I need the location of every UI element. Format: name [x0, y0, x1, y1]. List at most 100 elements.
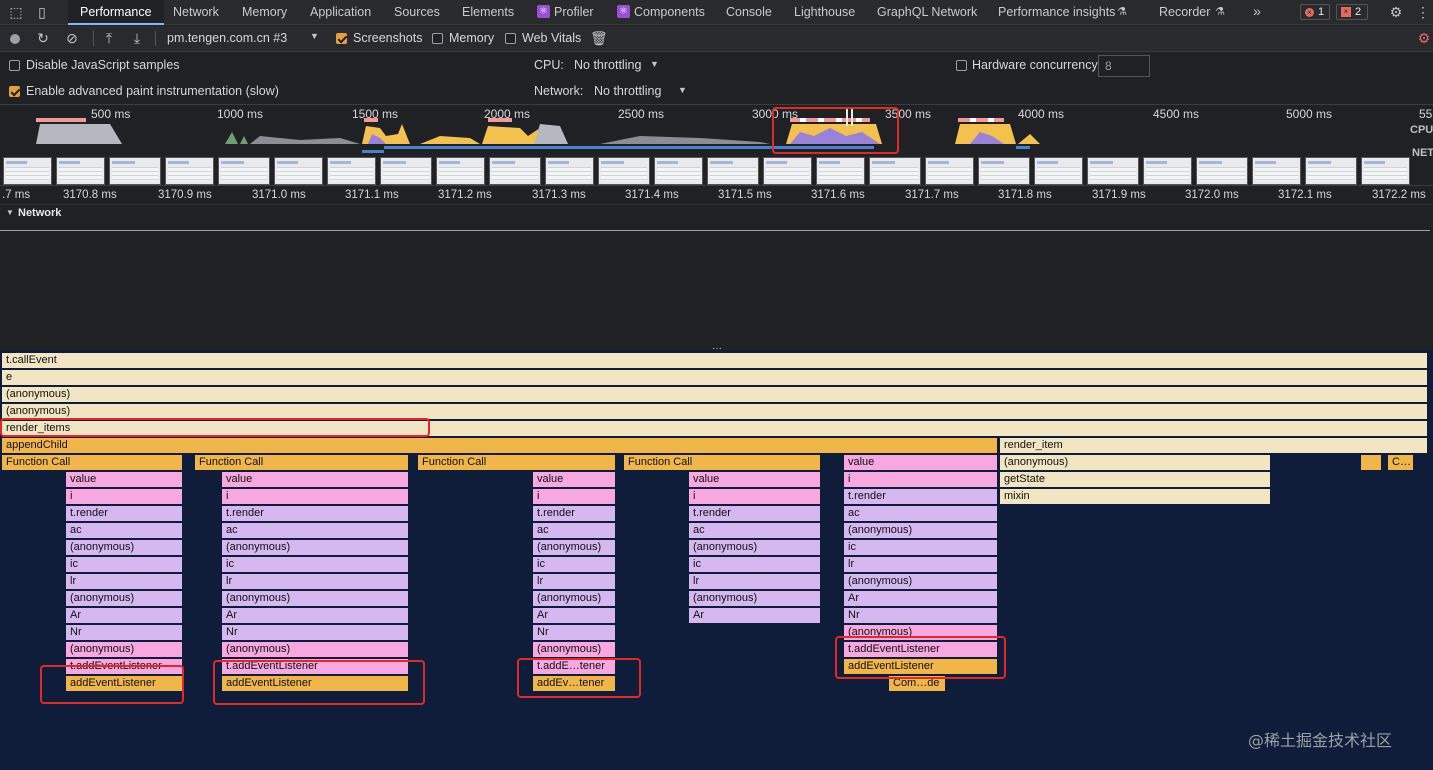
flame-frame[interactable]: ac — [222, 523, 409, 538]
flame-frame[interactable]: lr — [844, 557, 998, 572]
tab-sources[interactable]: Sources — [394, 0, 440, 25]
flame-frame[interactable]: ac — [844, 506, 998, 521]
tab-console[interactable]: Console — [726, 0, 772, 25]
flame-frame[interactable]: (anonymous) — [1000, 455, 1271, 470]
flame-frame[interactable]: (anonymous) — [66, 591, 183, 606]
tab-memory[interactable]: Memory — [242, 0, 287, 25]
flame-frame[interactable] — [1361, 455, 1382, 470]
tab-recorder[interactable]: Recorder — [1159, 0, 1210, 25]
tab-network[interactable]: Network — [173, 0, 219, 25]
main-thread-flame-chart[interactable]: t.callEvent e (anonymous) (anonymous) re… — [0, 350, 1433, 770]
flame-frame[interactable]: value — [844, 455, 998, 470]
record-icon[interactable] — [10, 34, 20, 44]
flame-frame[interactable]: Ar — [66, 608, 183, 623]
flame-frame[interactable]: getState — [1000, 472, 1271, 487]
flame-frame[interactable]: (anonymous) — [222, 642, 409, 657]
function-call-frame[interactable]: Function Call — [195, 455, 409, 470]
flame-frame[interactable]: render_item — [1000, 438, 1428, 453]
tab-components[interactable]: Components — [634, 0, 705, 25]
clear-icon[interactable]: ⊘ — [64, 30, 80, 46]
flame-frame[interactable]: ic — [533, 557, 616, 572]
flame-frame[interactable]: lr — [66, 574, 183, 589]
flame-frame[interactable]: (anonymous) — [844, 574, 998, 589]
flame-frame[interactable]: lr — [533, 574, 616, 589]
flame-frame[interactable]: t.render — [66, 506, 183, 521]
flame-frame[interactable]: ic — [66, 557, 183, 572]
flame-frame[interactable]: Ar — [222, 608, 409, 623]
timeline-overview[interactable]: 500 ms 1000 ms 1500 ms 2000 ms 2500 ms 3… — [0, 106, 1433, 186]
flame-frame[interactable]: i — [222, 489, 409, 504]
flame-frame[interactable]: (anonymous) — [222, 540, 409, 555]
network-track-label[interactable]: Network — [18, 207, 61, 219]
flame-frame[interactable]: appendChild — [2, 438, 998, 453]
flame-frame[interactable]: (anonymous) — [2, 387, 1428, 402]
function-call-frame[interactable]: Function Call — [624, 455, 821, 470]
flame-frame[interactable]: (anonymous) — [66, 540, 183, 555]
flame-frame[interactable]: Nr — [222, 625, 409, 640]
flame-frame[interactable]: (anonymous) — [222, 591, 409, 606]
flame-frame[interactable]: i — [689, 489, 821, 504]
issue-count-badge[interactable]: × 2 — [1336, 4, 1368, 20]
device-toolbar-icon[interactable]: ▯ — [34, 4, 50, 20]
flame-frame[interactable]: value — [689, 472, 821, 487]
flame-frame[interactable]: Nr — [66, 625, 183, 640]
flame-frame[interactable]: Ar — [844, 591, 998, 606]
flame-frame[interactable]: (anonymous) — [2, 404, 1428, 419]
flame-frame[interactable]: t.render — [689, 506, 821, 521]
hardware-concurrency-checkbox[interactable] — [956, 60, 967, 71]
flame-frame[interactable]: (anonymous) — [689, 591, 821, 606]
reload-record-icon[interactable]: ↻ — [35, 30, 51, 46]
function-call-frame[interactable]: Function Call — [418, 455, 616, 470]
error-count-badge[interactable]: × 1 — [1300, 4, 1330, 20]
upload-icon[interactable]: ⤒ — [101, 30, 117, 46]
tab-elements[interactable]: Elements — [462, 0, 514, 25]
flame-frame[interactable]: ic — [222, 557, 409, 572]
tab-lighthouse[interactable]: Lighthouse — [794, 0, 855, 25]
flame-frame[interactable]: (anonymous) — [533, 540, 616, 555]
tab-performance-insights[interactable]: Performance insights — [998, 0, 1115, 25]
flame-frame[interactable]: i — [66, 489, 183, 504]
flame-frame[interactable]: lr — [222, 574, 409, 589]
web-vitals-checkbox[interactable] — [505, 33, 516, 44]
flame-frame[interactable]: Nr — [844, 608, 998, 623]
more-vertical-icon[interactable]: ⋮ — [1416, 4, 1430, 20]
flame-frame[interactable]: t.callEvent — [2, 353, 1428, 368]
flame-frame[interactable]: C… — [1388, 455, 1414, 470]
flame-frame[interactable]: ac — [689, 523, 821, 538]
tab-graphql-network[interactable]: GraphQL Network — [877, 0, 977, 25]
flame-frame[interactable]: value — [222, 472, 409, 487]
flame-frame[interactable]: Ar — [533, 608, 616, 623]
flame-frame[interactable]: i — [844, 472, 998, 487]
more-tabs-chevron-icon[interactable]: » — [1250, 3, 1264, 19]
flame-frame[interactable]: ac — [66, 523, 183, 538]
flame-frame[interactable]: value — [533, 472, 616, 487]
disable-js-samples-checkbox[interactable] — [9, 60, 20, 71]
gear-icon[interactable]: ⚙ — [1388, 4, 1404, 20]
recording-select[interactable]: pm.tengen.com.cn #3 ▼ — [160, 26, 322, 51]
advanced-paint-checkbox[interactable] — [9, 86, 20, 97]
expand-triangle-icon[interactable]: ▼ — [6, 208, 14, 217]
flame-frame[interactable]: ac — [533, 523, 616, 538]
download-icon[interactable]: ⤓ — [129, 30, 145, 46]
hardware-concurrency-input[interactable] — [1098, 55, 1150, 77]
cpu-throttling-select[interactable]: No throttling ▼ — [570, 55, 662, 75]
flame-frame[interactable]: e — [2, 370, 1428, 385]
flame-frame[interactable]: lr — [689, 574, 821, 589]
flame-frame[interactable]: t.render — [533, 506, 616, 521]
flame-frame[interactable]: (anonymous) — [533, 642, 616, 657]
capture-settings-gear-icon[interactable]: ⚙ — [1416, 30, 1432, 46]
network-throttling-select[interactable]: No throttling ▼ — [590, 81, 690, 101]
memory-checkbox[interactable] — [432, 33, 443, 44]
flame-frame[interactable]: (anonymous) — [66, 642, 183, 657]
tab-application[interactable]: Application — [310, 0, 371, 25]
flame-frame[interactable]: (anonymous) — [844, 523, 998, 538]
flame-frame[interactable]: ic — [689, 557, 821, 572]
flame-frame[interactable]: ic — [844, 540, 998, 555]
function-call-frame[interactable]: Function Call — [2, 455, 183, 470]
flame-frame[interactable]: (anonymous) — [689, 540, 821, 555]
flame-frame[interactable]: i — [533, 489, 616, 504]
tab-performance[interactable]: Performance — [68, 0, 164, 25]
flame-frame[interactable]: t.render — [844, 489, 998, 504]
tab-profiler[interactable]: Profiler — [554, 0, 594, 25]
flame-frame[interactable]: t.render — [222, 506, 409, 521]
